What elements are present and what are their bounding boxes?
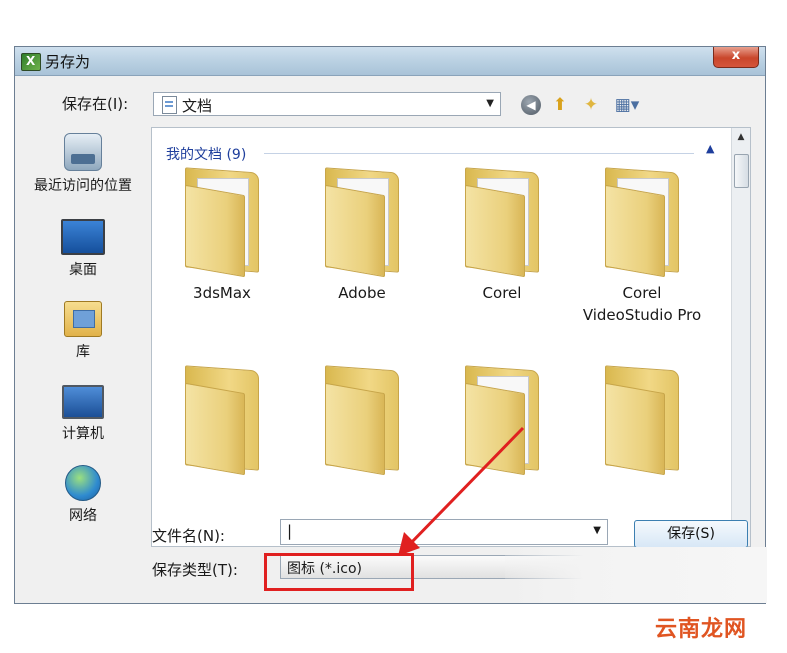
annotation-arrow: [398, 426, 525, 556]
watermark-text: 云南龙网: [655, 617, 748, 642]
